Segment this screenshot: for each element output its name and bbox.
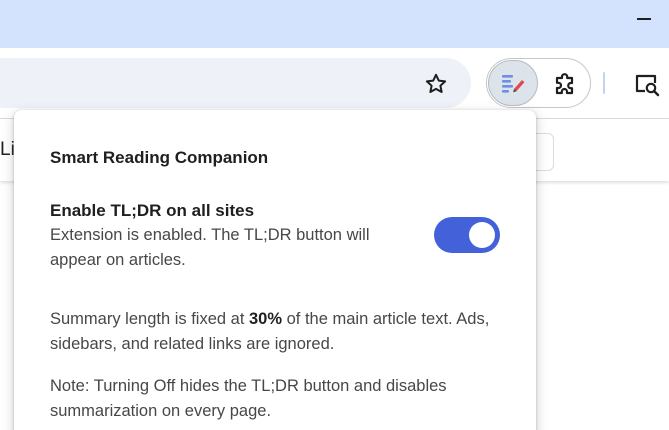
summary-info: Summary length is fixed at 30% of the ma… [50, 307, 510, 357]
toolbar-separator [603, 72, 605, 94]
bookmark-button[interactable] [422, 70, 450, 98]
browser-toolbar [0, 48, 669, 118]
browser-titlebar [0, 0, 669, 48]
address-bar[interactable] [0, 58, 471, 108]
setting-title: Enable TL;DR on all sites [50, 201, 255, 220]
enable-tldr-toggle[interactable] [434, 217, 500, 253]
tldr-extension-button[interactable] [488, 60, 538, 106]
popup-title: Smart Reading Companion [50, 148, 269, 167]
minimize-button[interactable] [637, 18, 651, 20]
page-text-fragment: Li [0, 139, 15, 160]
extension-popup: Smart Reading Companion Enable TL;DR on … [14, 110, 536, 430]
extensions-puzzle-icon [555, 73, 574, 95]
note-text: Note: Turning Off hides the TL;DR button… [50, 377, 447, 420]
summary-prefix: Summary length is fixed at [50, 310, 249, 328]
setting-description: Extension is enabled. The TL;DR button w… [50, 226, 370, 269]
tldr-extension-icon [502, 75, 525, 93]
toggle-knob [469, 222, 495, 248]
bookmark-star-icon [425, 73, 447, 93]
lens-search-icon [635, 74, 660, 97]
lens-button[interactable] [630, 68, 664, 100]
summary-percent: 30% [249, 310, 283, 328]
extensions-button[interactable] [548, 68, 582, 100]
